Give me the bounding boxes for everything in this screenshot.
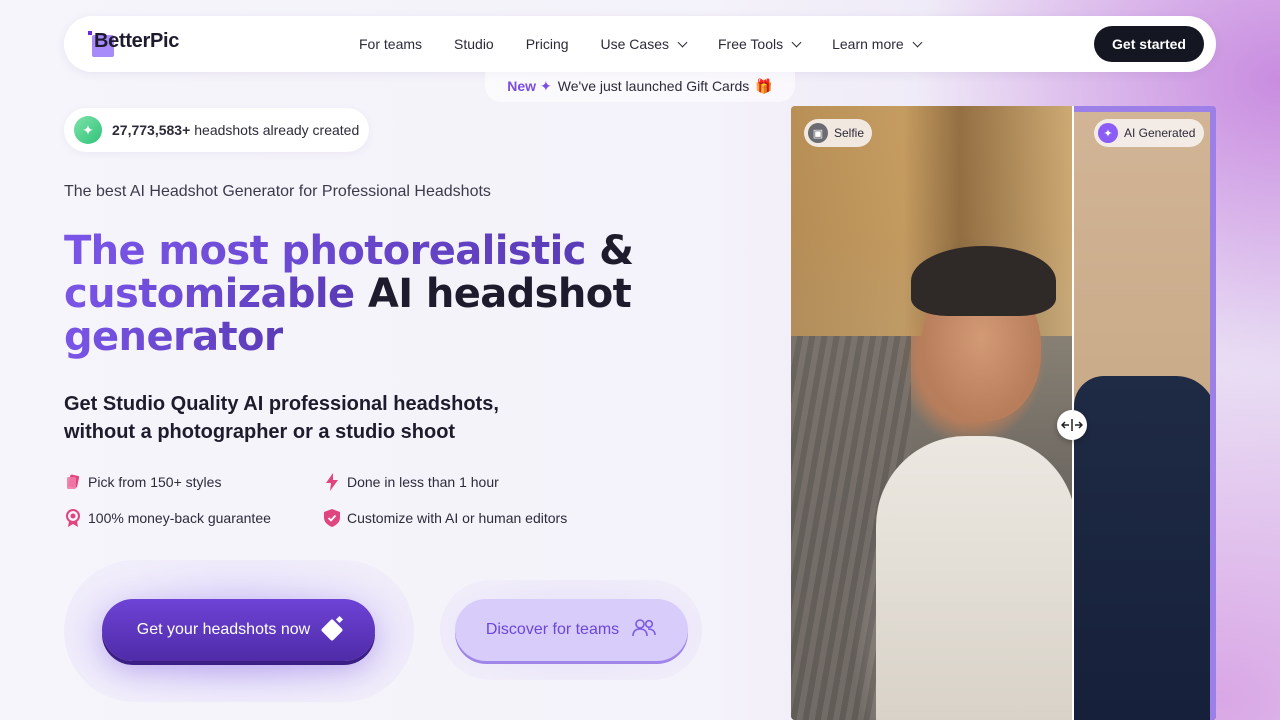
feature-list: Pick from 150+ styles Done in less than … (64, 470, 624, 530)
get-headshots-button[interactable]: Get your headshots now (102, 599, 375, 661)
sparkle-icon: ✦ (540, 77, 552, 94)
headline-accent: generator (64, 314, 284, 360)
nav-link-studio[interactable]: Studio (454, 36, 494, 52)
new-badge: New (507, 78, 537, 94)
bolt-icon (323, 473, 341, 491)
subhead-line: Get Studio Quality AI professional heads… (64, 393, 499, 415)
subhead-line: without a photographer or a studio shoot (64, 421, 456, 443)
styles-icon (64, 473, 82, 491)
hero-subheadline: Get Studio Quality AI professional heads… (64, 390, 584, 446)
portrait-icon: ▣ (808, 123, 828, 143)
headline-text: & (585, 228, 634, 274)
discover-for-teams-button[interactable]: Discover for teams (455, 599, 688, 661)
feature-label: Pick from 150+ styles (88, 474, 222, 490)
sparkle-icon: ✦ (1098, 123, 1118, 143)
feature-item: Pick from 150+ styles (64, 470, 323, 494)
get-started-button[interactable]: Get started (1094, 26, 1204, 62)
ai-generated-label-chip: ✦ AI Generated (1094, 119, 1204, 147)
nav-dropdown-label: Learn more (832, 36, 904, 52)
nav-dropdown-label: Free Tools (717, 36, 784, 52)
nav-links: For teams Studio Pricing Use Cases Free … (359, 16, 953, 72)
feature-label: 100% money-back guarantee (88, 510, 271, 526)
feature-item: Done in less than 1 hour (323, 470, 623, 494)
chip-label: AI Generated (1124, 126, 1196, 140)
top-navbar: BetterPic For teams Studio Pricing Use C… (64, 16, 1216, 72)
chip-label: Selfie (833, 126, 864, 140)
guarantee-badge-icon (64, 509, 82, 527)
feature-item: 100% money-back guarantee (64, 506, 323, 530)
shield-check-icon (323, 509, 341, 527)
chevron-down-icon (677, 37, 688, 47)
announcement-bar[interactable]: New ✦ We've just launched Gift Cards 🎁 (485, 70, 795, 102)
logo-text: BetterPic (94, 29, 180, 52)
chevron-down-icon (912, 37, 923, 47)
ai-generated-photo (1074, 106, 1216, 720)
button-label: Get your headshots now (136, 621, 311, 638)
nav-dropdown-use-cases[interactable]: Use Cases (600, 36, 688, 52)
button-label: Discover for teams (485, 621, 620, 638)
feature-item: Customize with AI or human editors (323, 506, 623, 530)
nav-dropdown-learn-more[interactable]: Learn more (832, 36, 923, 52)
sparkle-icon: ✦ (74, 116, 102, 144)
selfie-photo (791, 106, 1076, 720)
slider-handle-icon[interactable] (1057, 410, 1087, 440)
feature-label: Done in less than 1 hour (347, 474, 499, 490)
feature-label: Customize with AI or human editors (347, 510, 568, 526)
headline-text: AI headshot (354, 271, 632, 317)
nav-dropdown-free-tools[interactable]: Free Tools (717, 36, 802, 52)
hero-tagline: The best AI Headshot Generator for Profe… (64, 183, 491, 200)
nav-dropdown-label: Use Cases (600, 36, 669, 52)
logo[interactable]: BetterPic (88, 29, 180, 57)
small-sparkle-icon (335, 615, 344, 624)
selfie-label-chip: ▣ Selfie (804, 119, 872, 147)
before-after-comparison (791, 106, 1216, 720)
gift-icon: 🎁 (755, 77, 773, 94)
headline-accent: customizable (64, 271, 355, 317)
headshot-count-pill: ✦ 27,773,583+ headshots already created (64, 108, 369, 152)
announcement-text: We've just launched Gift Cards (557, 78, 750, 94)
headline-accent: The most photorealistic (64, 228, 586, 274)
nav-link-pricing[interactable]: Pricing (526, 36, 569, 52)
nav-link-for-teams[interactable]: For teams (359, 36, 422, 52)
hero-headline: The most photorealistic & customizable A… (64, 230, 684, 359)
chevron-down-icon (791, 37, 802, 47)
team-people-icon (631, 618, 657, 643)
headshot-count-label: headshots already created (194, 122, 360, 138)
headshot-count: 27,773,583+ (112, 122, 191, 138)
